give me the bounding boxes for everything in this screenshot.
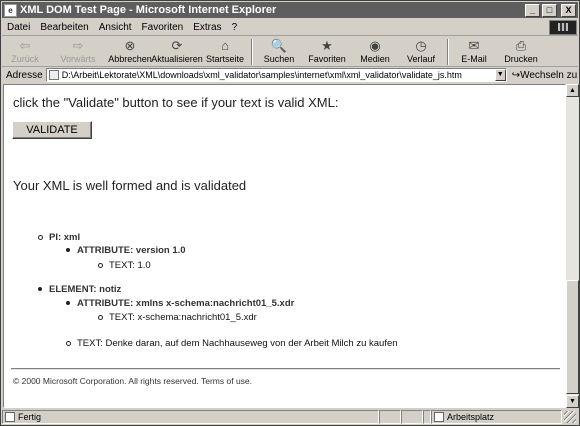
menu-datei[interactable]: Datei bbox=[2, 22, 35, 33]
go-button[interactable]: ↪Wechseln zu bbox=[512, 70, 577, 81]
media-icon: ◉ bbox=[369, 38, 381, 53]
favorites-icon: ★ bbox=[321, 38, 333, 53]
scroll-down-arrow-icon[interactable]: ▼ bbox=[566, 395, 579, 408]
resize-grip-icon[interactable] bbox=[564, 411, 576, 423]
mail-icon: ✉ bbox=[468, 38, 480, 53]
stop-button[interactable]: ⊗ Abbrechen bbox=[108, 37, 152, 67]
refresh-icon: ⟳ bbox=[171, 38, 183, 53]
tree-node-element-text: TEXT: Denke daran, auf dem Nachhauseweg … bbox=[66, 338, 398, 349]
forward-arrow-icon: ⇨ bbox=[72, 38, 84, 53]
go-arrow-icon: ↪ bbox=[511, 69, 521, 81]
circle-bullet-icon bbox=[66, 340, 71, 346]
tree-node-element-attribute: ATTRIBUTE: xmlns x-schema:nachricht01_5.… bbox=[66, 298, 294, 309]
tree-node-element: ELEMENT: notiz bbox=[38, 284, 121, 295]
disc-bullet-icon bbox=[66, 248, 70, 253]
minimize-button[interactable]: _ bbox=[525, 3, 540, 17]
close-button[interactable]: X bbox=[561, 3, 576, 17]
scrollbar-thumb[interactable] bbox=[566, 280, 579, 394]
circle-bullet-icon bbox=[38, 234, 43, 240]
address-input[interactable]: D:\Arbeit\Lektorate\XML\downloads\xml_va… bbox=[45, 68, 507, 82]
scroll-up-arrow-icon[interactable]: ▲ bbox=[566, 84, 579, 97]
maximize-button[interactable]: □ bbox=[542, 3, 557, 17]
zone-text: Arbeitsplatz bbox=[447, 412, 495, 422]
page-status-icon bbox=[5, 412, 15, 422]
toolbar-separator bbox=[447, 39, 449, 65]
chevron-down-icon[interactable]: ▼ bbox=[494, 69, 506, 81]
toolbar-separator bbox=[251, 39, 253, 65]
address-bar: Adresse D:\Arbeit\Lektorate\XML\download… bbox=[2, 67, 578, 83]
status-cell-empty bbox=[401, 410, 423, 424]
history-button[interactable]: ◷ Verlauf bbox=[398, 37, 444, 67]
status-bar: Fertig Arbeitsplatz bbox=[2, 409, 578, 425]
search-button[interactable]: 🔍 Suchen bbox=[256, 37, 302, 67]
status-text-cell: Fertig bbox=[2, 410, 379, 424]
search-icon: 🔍 bbox=[270, 38, 288, 53]
address-url: D:\Arbeit\Lektorate\XML\downloads\xml_va… bbox=[61, 70, 462, 80]
address-label: Adresse bbox=[6, 69, 43, 81]
disc-bullet-icon bbox=[38, 287, 42, 292]
media-button[interactable]: ◉ Medien bbox=[352, 37, 398, 67]
menu-extras[interactable]: Extras bbox=[188, 22, 226, 33]
circle-bullet-icon bbox=[98, 314, 103, 320]
refresh-button[interactable]: ⟳ Aktualisieren bbox=[151, 37, 203, 67]
ie-logo-icon: e bbox=[4, 3, 17, 17]
home-button[interactable]: ⌂ Startseite bbox=[202, 37, 248, 67]
history-icon: ◷ bbox=[415, 38, 427, 53]
tree-node-pi: PI: xml bbox=[38, 232, 80, 243]
computer-icon bbox=[434, 412, 444, 422]
window-title: XML DOM Test Page - Microsoft Internet E… bbox=[20, 4, 277, 16]
page-icon bbox=[48, 70, 59, 80]
back-button[interactable]: ⇦ Zurück bbox=[2, 37, 48, 67]
vertical-scrollbar[interactable]: ▲ ▼ bbox=[566, 84, 579, 408]
windows-logo-icon bbox=[549, 19, 577, 35]
disc-bullet-icon bbox=[66, 301, 70, 306]
mail-button[interactable]: ✉ E-Mail bbox=[452, 37, 496, 67]
menu-bearbeiten[interactable]: Bearbeiten bbox=[35, 22, 93, 33]
forward-button[interactable]: ⇨ Vorwärts bbox=[48, 37, 108, 67]
print-button[interactable]: ⎙ Drucken bbox=[496, 37, 546, 67]
copyright-text: © 2000 Microsoft Corporation. All rights… bbox=[13, 376, 253, 386]
intro-text: click the "Validate" button to see if yo… bbox=[13, 95, 339, 110]
menu-ansicht[interactable]: Ansicht bbox=[94, 22, 137, 33]
tree-node-pi-attribute: ATTRIBUTE: version 1.0 bbox=[66, 245, 186, 256]
circle-bullet-icon bbox=[98, 262, 103, 268]
status-cell-empty bbox=[423, 410, 431, 424]
validation-result: Your XML is well formed and is validated bbox=[13, 178, 247, 193]
menu-favoriten[interactable]: Favoriten bbox=[137, 22, 189, 33]
back-arrow-icon: ⇦ bbox=[19, 38, 31, 53]
home-icon: ⌂ bbox=[221, 38, 229, 53]
stop-icon: ⊗ bbox=[124, 38, 136, 53]
browser-window: e XML DOM Test Page - Microsoft Internet… bbox=[0, 0, 580, 426]
menu-bar: Datei Bearbeiten Ansicht Favoriten Extra… bbox=[2, 19, 578, 36]
status-cell-empty bbox=[379, 410, 401, 424]
title-bar[interactable]: e XML DOM Test Page - Microsoft Internet… bbox=[2, 2, 578, 18]
standard-toolbar: ⇦ Zurück ⇨ Vorwärts ⊗ Abbrechen ⟳ Aktual… bbox=[2, 37, 578, 67]
page-content: click the "Validate" button to see if yo… bbox=[3, 84, 566, 408]
security-zone-cell: Arbeitsplatz bbox=[431, 410, 562, 424]
divider bbox=[11, 368, 560, 370]
tree-node-element-attr-text: TEXT: x-schema:nachricht01_5.xdr bbox=[98, 312, 257, 323]
status-text: Fertig bbox=[18, 412, 42, 422]
validate-button[interactable]: VALIDATE bbox=[12, 121, 92, 139]
tree-node-pi-text: TEXT: 1.0 bbox=[98, 260, 151, 271]
menu-help[interactable]: ? bbox=[227, 22, 243, 33]
printer-icon: ⎙ bbox=[515, 38, 527, 53]
favorites-button[interactable]: ★ Favoriten bbox=[302, 37, 352, 67]
